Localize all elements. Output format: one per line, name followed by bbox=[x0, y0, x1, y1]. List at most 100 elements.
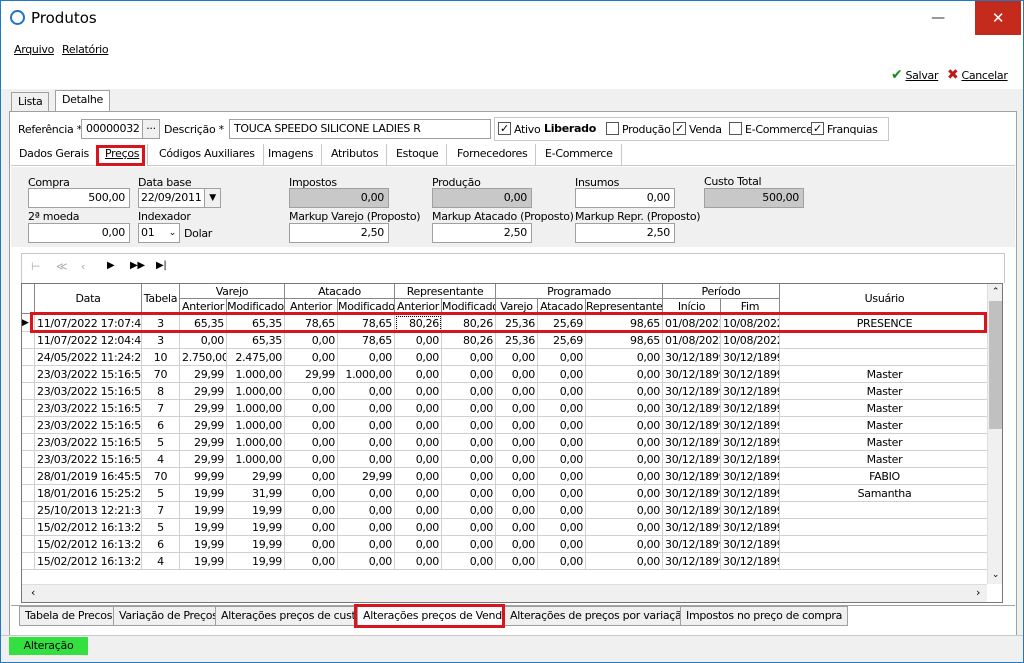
ativo-checkbox[interactable]: ✓ bbox=[498, 122, 511, 135]
tab-detalhe[interactable]: Detalhe bbox=[55, 90, 110, 111]
grid-cell: 0,00 bbox=[586, 400, 663, 417]
grid-cell: 0,00 bbox=[285, 468, 338, 485]
markup-varejo-input[interactable]: 2,50 bbox=[289, 223, 389, 243]
column-group-header[interactable]: Período bbox=[663, 284, 780, 299]
markup-repr-input[interactable]: 2,50 bbox=[575, 223, 675, 243]
grid-cell: 0,00 bbox=[586, 468, 663, 485]
grid-cell: 0,00 bbox=[442, 400, 496, 417]
referencia-input[interactable]: 00000032 bbox=[81, 119, 143, 139]
tab-imagens[interactable]: Imagens bbox=[260, 144, 323, 166]
tab-lista[interactable]: Lista bbox=[11, 92, 50, 112]
first-record-icon[interactable]: ⊢ bbox=[31, 260, 41, 273]
scrollbar-thumb[interactable] bbox=[989, 301, 1002, 429]
grid-cell: 7 bbox=[142, 400, 180, 417]
column-group-header[interactable]: Programado bbox=[496, 284, 663, 299]
status-badge: Alteração bbox=[9, 637, 88, 655]
grid-cell: 23/03/2022 15:16:55 bbox=[35, 451, 142, 468]
save-button[interactable]: ✔ Salvar bbox=[891, 67, 939, 83]
venda-checkbox[interactable]: ✓ bbox=[673, 122, 686, 135]
row-indicator[interactable] bbox=[22, 400, 35, 417]
data-base-input[interactable]: 22/09/2011 ▼ bbox=[138, 188, 221, 208]
horizontal-scrollbar[interactable] bbox=[22, 584, 987, 602]
compra-input[interactable]: 500,00 bbox=[28, 188, 130, 208]
grid-cell: 0,00 bbox=[395, 417, 442, 434]
segunda-moeda-label: 2ª moeda bbox=[28, 210, 80, 223]
grid-cell: 0,00 bbox=[285, 553, 338, 570]
browse-button[interactable]: ··· bbox=[142, 119, 160, 139]
tab-impostos-compra[interactable]: Impostos no preço de compra bbox=[680, 606, 849, 626]
grid-cell: 0,00 bbox=[586, 349, 663, 366]
minimize-button[interactable]: — bbox=[923, 5, 953, 31]
grid-cell: 23/03/2022 15:16:55 bbox=[35, 434, 142, 451]
column-group-header[interactable]: Representante bbox=[395, 284, 496, 299]
markup-repr-label: Markup Repr. (Proposto) bbox=[575, 210, 701, 223]
row-indicator[interactable] bbox=[22, 434, 35, 451]
grid-cell: 29,99 bbox=[180, 400, 227, 417]
row-indicator[interactable] bbox=[22, 332, 35, 349]
row-indicator[interactable] bbox=[22, 553, 35, 570]
column-header[interactable]: Data bbox=[35, 284, 142, 314]
indexador-select[interactable]: 01 ⌄ bbox=[138, 223, 180, 243]
producao-checkbox[interactable] bbox=[606, 122, 619, 135]
grid-cell: 0,00 bbox=[395, 519, 442, 536]
column-group-header[interactable]: Atacado bbox=[285, 284, 395, 299]
tab-tabela-precos[interactable]: Tabela de Precos bbox=[19, 606, 119, 626]
row-indicator[interactable] bbox=[22, 417, 35, 434]
grid-cell: Master bbox=[780, 366, 990, 383]
tab-ecommerce[interactable]: E-Commerce bbox=[537, 144, 622, 166]
tab-atributos[interactable]: Atributos bbox=[323, 144, 388, 166]
row-indicator[interactable] bbox=[22, 468, 35, 485]
next-page-icon[interactable]: ▶▶ bbox=[130, 260, 145, 271]
row-indicator[interactable] bbox=[22, 502, 35, 519]
dropdown-arrow-icon[interactable]: ▼ bbox=[204, 189, 220, 207]
chevron-down-icon: ⌄ bbox=[168, 228, 177, 238]
column-header[interactable]: Tabela bbox=[142, 284, 180, 314]
row-indicator[interactable] bbox=[22, 349, 35, 366]
grid-cell: 30/12/1899 bbox=[721, 451, 780, 468]
row-indicator[interactable] bbox=[22, 366, 35, 383]
scroll-left-icon[interactable]: ‹ bbox=[25, 585, 41, 601]
prev-page-icon[interactable]: ≪ bbox=[56, 260, 68, 273]
scroll-right-icon[interactable]: › bbox=[970, 585, 986, 601]
grid-cell: 29,99 bbox=[338, 468, 395, 485]
grid-cell: 0,00 bbox=[395, 485, 442, 502]
tab-alteracoes-variacao[interactable]: Alterações de preços por variação bbox=[504, 606, 694, 626]
menu-relatorio[interactable]: Relatório bbox=[62, 43, 109, 56]
insumos-input[interactable]: 0,00 bbox=[575, 188, 675, 208]
grid-cell: 6 bbox=[142, 417, 180, 434]
tab-dados-gerais[interactable]: Dados Gerais bbox=[11, 144, 98, 166]
row-indicator[interactable] bbox=[22, 519, 35, 536]
column-group-header[interactable]: Varejo bbox=[180, 284, 285, 299]
cancel-button[interactable]: ✖ Cancelar bbox=[947, 67, 1008, 83]
menu-arquivo[interactable]: Arquivo bbox=[14, 43, 54, 56]
ecommerce-checkbox[interactable] bbox=[729, 122, 742, 135]
last-record-icon[interactable]: ▶| bbox=[156, 260, 167, 271]
grid-cell: 0,00 bbox=[496, 536, 538, 553]
scroll-up-icon[interactable]: ⌃ bbox=[987, 284, 1002, 301]
grid-cell: 0,00 bbox=[338, 383, 395, 400]
franquias-checkbox[interactable]: ✓ bbox=[811, 122, 824, 135]
scroll-down-icon[interactable]: ⌄ bbox=[987, 567, 1002, 584]
tab-alteracoes-custo[interactable]: Alterações preços de custo bbox=[215, 606, 368, 626]
grid-cell: 30/12/1899 bbox=[721, 536, 780, 553]
tab-fornecedores[interactable]: Fornecedores bbox=[449, 144, 537, 166]
descricao-input[interactable]: TOUCA SPEEDO SILICONE LADIES R bbox=[229, 119, 491, 139]
row-indicator[interactable] bbox=[22, 451, 35, 468]
markup-atacado-input[interactable]: 2,50 bbox=[432, 223, 532, 243]
grid-cell: 8 bbox=[142, 383, 180, 400]
close-button[interactable]: ✕ bbox=[975, 1, 1021, 35]
segunda-moeda-input[interactable]: 0,00 bbox=[28, 223, 130, 243]
row-indicator[interactable] bbox=[22, 383, 35, 400]
grid-cell: 30/12/1899 bbox=[663, 400, 721, 417]
next-record-icon[interactable]: ▶ bbox=[107, 260, 115, 271]
grid-cell: 0,00 bbox=[496, 485, 538, 502]
row-indicator[interactable] bbox=[22, 536, 35, 553]
tab-codigos-auxiliares[interactable]: Códigos Auxiliares bbox=[151, 144, 264, 166]
markup-atacado-label: Markup Atacado (Proposto) bbox=[432, 210, 574, 223]
row-indicator[interactable] bbox=[22, 485, 35, 502]
prev-record-icon[interactable]: ‹ bbox=[81, 260, 85, 273]
tab-estoque[interactable]: Estoque bbox=[388, 144, 448, 166]
menu-bar: Arquivo Relatório ✔ Salvar ✖ Cancelar bbox=[1, 35, 1023, 89]
column-header[interactable]: Usuário bbox=[780, 284, 990, 314]
tab-variacao-precos[interactable]: Variação de Preços bbox=[113, 606, 224, 626]
